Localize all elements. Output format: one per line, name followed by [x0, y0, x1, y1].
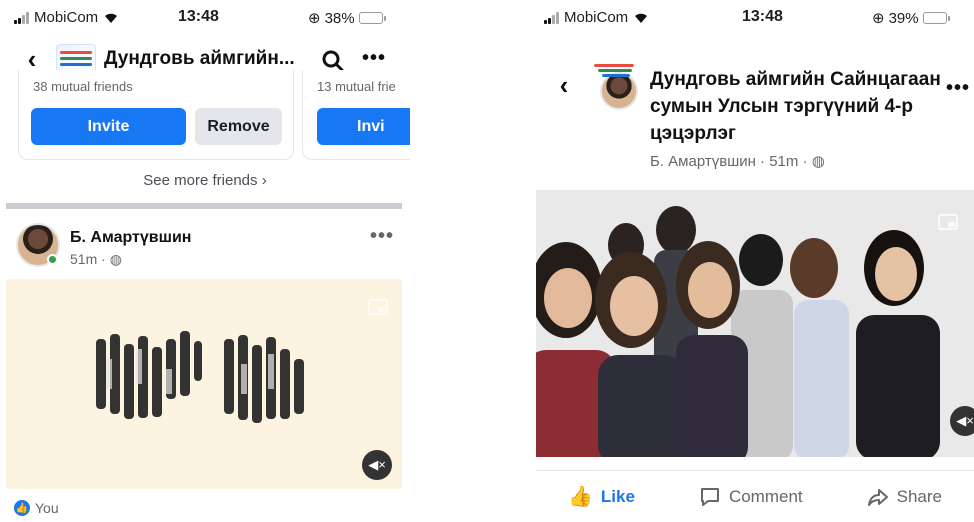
post-timestamp: 51m · ◍: [70, 251, 122, 268]
logo-stripes: [594, 64, 634, 77]
share-label: Share: [896, 486, 942, 506]
chevron-left-icon[interactable]: ‹: [20, 46, 44, 72]
status-time: 13:48: [742, 8, 783, 25]
chevron-right-icon: ›: [261, 172, 267, 189]
comment-button[interactable]: Comment: [699, 486, 803, 508]
picture-in-picture-icon[interactable]: [368, 299, 388, 315]
post-author[interactable]: Б. Амартүвшин: [70, 229, 191, 247]
battery-icon: [358, 12, 386, 24]
battery-icon: [922, 12, 950, 24]
wifi-icon: [105, 13, 118, 23]
battery-status: ⊕ 38%: [308, 9, 386, 27]
carrier: MobiCom: [14, 9, 119, 26]
page-title[interactable]: Дундговь аймгийн...: [104, 48, 304, 70]
author-meta: Б. Амартүвшин · 51m ·: [650, 153, 808, 170]
globe-icon: ◍: [109, 251, 122, 267]
like-label: Like: [600, 486, 635, 506]
battery-percent: 38%: [324, 9, 355, 27]
signal-icon: [544, 11, 559, 24]
thumbs-up-icon: 👍: [568, 486, 593, 508]
remove-button[interactable]: Remove: [195, 108, 282, 145]
reaction-text: You: [35, 500, 59, 516]
post-video[interactable]: ◀×: [536, 190, 974, 457]
video-thumbnail: [96, 331, 304, 423]
status-bar: MobiCom 13:48 ⊕ 39%: [530, 0, 974, 34]
more-icon[interactable]: •••: [362, 48, 386, 68]
post-video[interactable]: ◀×: [6, 279, 402, 489]
post-options-icon[interactable]: •••: [370, 226, 394, 246]
friend-card: 38 mutual friends Invite Remove: [18, 70, 294, 160]
crowd-group-right: [224, 335, 304, 423]
share-button[interactable]: Share: [867, 486, 942, 508]
friend-card: 13 mutual frie Invi: [302, 70, 410, 160]
see-more-friends-link[interactable]: See more friends ›: [0, 172, 410, 189]
see-more-label: See more friends: [143, 172, 258, 189]
signal-icon: [14, 11, 29, 24]
online-status-icon: [47, 254, 58, 265]
mutual-friends: 13 mutual frie: [317, 79, 396, 94]
lock-rotation-icon: ⊕: [308, 10, 321, 27]
page-logo: [592, 60, 640, 110]
more-icon[interactable]: •••: [946, 78, 970, 98]
status-time: 13:48: [178, 8, 219, 25]
mutual-friends: 38 mutual friends: [33, 79, 133, 94]
page-title[interactable]: Дундговь аймгийн Сайнцагаан сумын Улсын …: [650, 66, 950, 147]
battery-status: ⊕ 39%: [872, 9, 950, 27]
battery-percent: 39%: [888, 9, 919, 27]
reaction-summary[interactable]: 👍 You: [14, 500, 59, 516]
comment-label: Comment: [728, 486, 803, 506]
carrier: MobiCom: [544, 9, 649, 26]
picture-in-picture-icon[interactable]: [938, 214, 958, 230]
search-icon[interactable]: [322, 50, 344, 72]
post-actions: 👍 Like Comment Share: [536, 470, 974, 522]
wifi-icon: [635, 13, 648, 23]
carrier-label: MobiCom: [564, 9, 629, 26]
post-meta: Б. Амартүвшин · 51m · ◍: [650, 152, 825, 170]
chevron-left-icon[interactable]: ‹: [552, 72, 576, 98]
globe-icon: ◍: [811, 153, 825, 170]
invite-button[interactable]: Invite: [31, 108, 186, 145]
share-icon: [867, 488, 888, 506]
lock-rotation-icon: ⊕: [872, 10, 885, 27]
comment-icon: [700, 487, 719, 506]
right-screen: MobiCom 13:48 ⊕ 39% ‹ Дундговь аймгийн С…: [530, 0, 974, 522]
video-frame: [536, 190, 974, 457]
like-reaction-icon: 👍: [14, 500, 30, 516]
status-bar: MobiCom 13:48 ⊕ 38%: [0, 0, 410, 34]
like-button[interactable]: 👍 Like: [568, 484, 635, 509]
invite-button[interactable]: Invi: [317, 108, 410, 145]
post-time: 51m ·: [70, 251, 106, 267]
section-divider: [6, 203, 402, 209]
left-screen: MobiCom 13:48 ⊕ 38% ‹ Дундговь аймгийн..…: [0, 0, 410, 522]
mute-icon[interactable]: ◀×: [950, 406, 974, 436]
carrier-label: MobiCom: [34, 9, 99, 26]
mute-icon[interactable]: ◀×: [362, 450, 392, 480]
